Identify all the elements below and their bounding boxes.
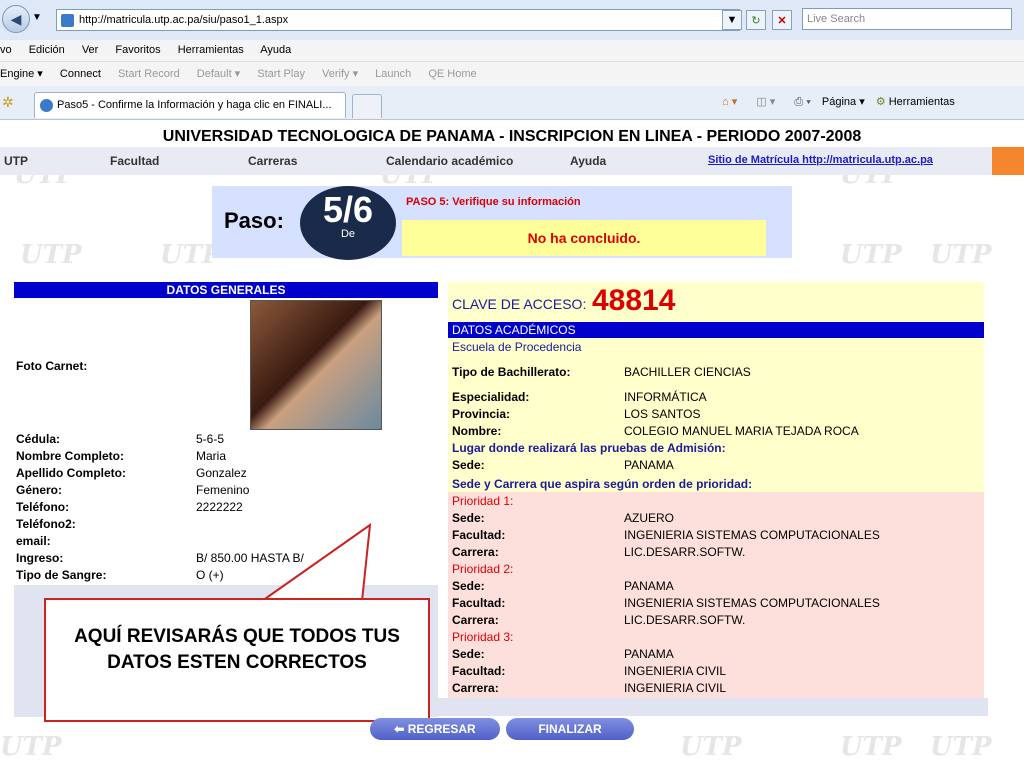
search-input[interactable]: Live Search [802, 8, 1012, 30]
menu-herramientas[interactable]: Herramientas [178, 44, 244, 56]
feeds-icon[interactable]: ◫ ▾ [756, 96, 775, 108]
back-button[interactable]: ⬅ REGRESAR [370, 718, 500, 740]
favorites-star-icon[interactable]: ✲ [2, 94, 14, 111]
back-dropdown-icon[interactable]: ▼ [32, 12, 42, 23]
menu-ayuda[interactable]: Ayuda [260, 44, 291, 56]
tools-menu[interactable]: ⚙ Herramientas [876, 96, 955, 108]
connect-button[interactable]: Connect [60, 68, 101, 80]
browser-address-bar: ◀ ▼ http://matricula.utp.ac.pa/siu/paso1… [0, 0, 1024, 40]
start-play-button[interactable]: Start Play [257, 68, 305, 80]
refresh-icon[interactable]: ↻ [746, 10, 766, 30]
finish-button-label: FINALIZAR [538, 722, 602, 736]
start-record-button[interactable]: Start Record [118, 68, 180, 80]
menu-archivo[interactable]: vo [0, 44, 12, 56]
new-tab-button[interactable] [352, 94, 382, 118]
qengine-toolbar: Engine ▾ Connect Start Record Default ▾ … [0, 62, 1024, 86]
menu-ver[interactable]: Ver [82, 44, 99, 56]
engine-menu[interactable]: Engine ▾ [0, 68, 43, 80]
finish-button[interactable]: FINALIZAR [506, 718, 634, 740]
default-menu[interactable]: Default ▾ [197, 68, 240, 80]
back-icon[interactable]: ◀ [2, 5, 30, 33]
menu-favoritos[interactable]: Favoritos [115, 44, 160, 56]
ie-icon [40, 99, 53, 112]
gear-icon: ⚙ [875, 96, 886, 108]
menu-bar: vo Edición Ver Favoritos Herramientas Ay… [0, 40, 1024, 62]
instruction-callout: AQUÍ REVISARÁS QUE TODOS TUS DATOS ESTEN… [44, 598, 430, 722]
url-input[interactable]: http://matricula.utp.ac.pa/siu/paso1_1.a… [56, 9, 740, 31]
page-icon [61, 14, 74, 27]
stop-icon[interactable]: ✕ [772, 10, 792, 30]
verify-menu[interactable]: Verify ▾ [322, 68, 358, 80]
print-icon[interactable]: ⎙ ▾ [794, 96, 810, 108]
url-text: http://matricula.utp.ac.pa/siu/paso1_1.a… [79, 14, 289, 26]
page-menu[interactable]: Página ▾ [822, 96, 865, 108]
browser-tab[interactable]: Paso5 - Confirme la Información y haga c… [34, 92, 346, 118]
page-content: UTP UTP UTP UTP UTP UTP UTP UTP UTP UTP … [0, 120, 1024, 768]
menu-edicion[interactable]: Edición [29, 44, 65, 56]
tools-label: Herramientas [888, 96, 955, 108]
home-icon[interactable]: ⌂ ▾ [722, 96, 737, 108]
launch-button[interactable]: Launch [375, 68, 411, 80]
back-arrow-icon: ⬅ [394, 722, 408, 736]
command-bar: ⌂ ▾ ◫ ▾ ⎙ ▾ Página ▾ ⚙ Herramientas [722, 95, 955, 109]
url-dropdown-icon[interactable]: ▼ [722, 10, 742, 30]
back-button-label: REGRESAR [407, 722, 476, 736]
tab-title: Paso5 - Confirme la Información y haga c… [57, 99, 332, 111]
qe-home-button[interactable]: QE Home [428, 68, 476, 80]
